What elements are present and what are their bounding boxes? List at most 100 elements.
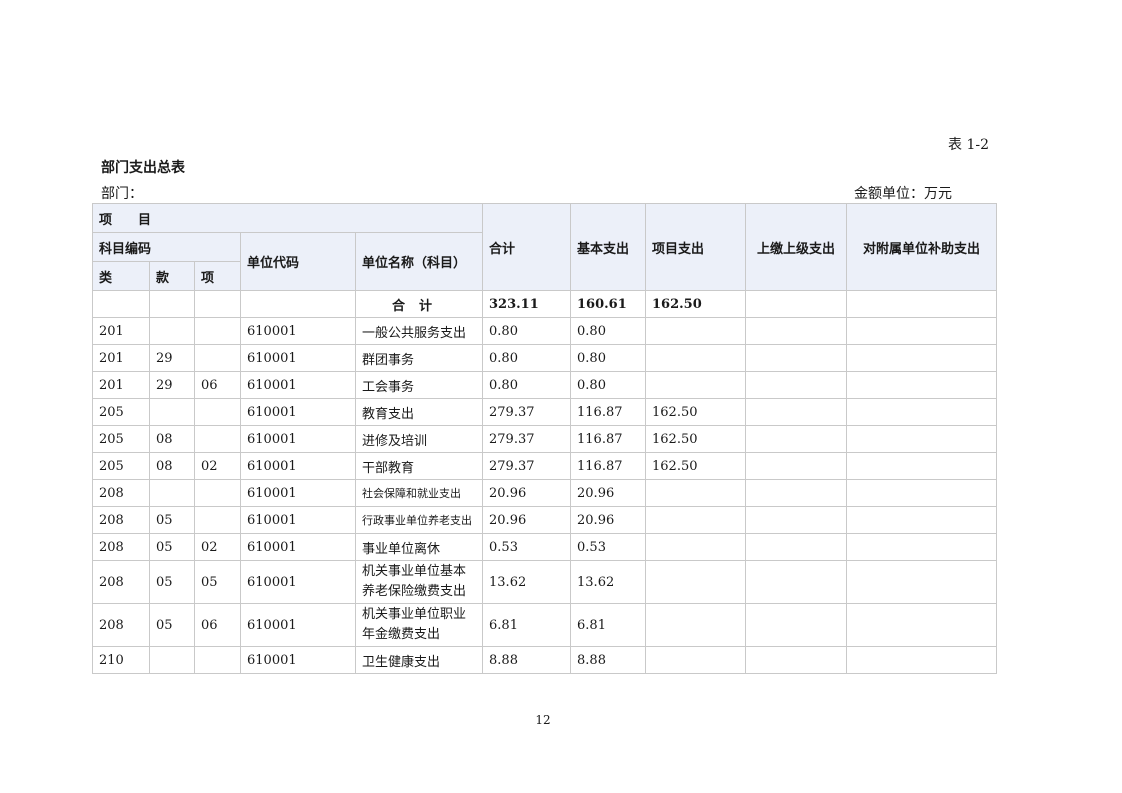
basic-cell: 116.87: [570, 425, 647, 453]
unit-code-cell: 610001: [240, 344, 356, 372]
subsidy-cell: [846, 398, 998, 426]
section-cell: 29: [149, 344, 195, 372]
page-number: 12: [535, 713, 551, 727]
total-cell: 0.80: [482, 371, 572, 399]
basic-cell: 6.81: [570, 603, 647, 647]
section-cell: [149, 317, 195, 345]
class-cell: 208: [92, 560, 150, 604]
section-cell: [149, 646, 195, 674]
basic-cell: 13.62: [570, 560, 647, 604]
unit-name-cell: 干部教育: [354, 452, 484, 480]
subsidy-cell: [846, 425, 998, 453]
total-cell: 20.96: [482, 506, 572, 534]
class-cell: 208: [92, 506, 150, 534]
item-cell: 06: [194, 603, 241, 647]
header-project-expenditure: 项目支出: [645, 203, 747, 291]
table-row: 208 05 610001 行政事业单位养老支出 20.96 20.96: [92, 506, 998, 534]
project-cell: 162.50: [645, 425, 747, 453]
upper-cell: [745, 398, 848, 426]
basic-cell: 20.96: [570, 479, 647, 507]
table-row: 205 610001 教育支出 279.37 116.87 162.50: [92, 398, 998, 426]
basic-cell: 8.88: [570, 646, 647, 674]
project-cell: [645, 506, 747, 534]
section-cell: [149, 398, 195, 426]
header-subject-code: 科目编码: [92, 232, 241, 262]
document-title: 部门支出总表: [101, 160, 185, 176]
total-cell: 0.80: [482, 344, 572, 372]
item-cell: [194, 425, 241, 453]
total-cell: 0.53: [482, 533, 572, 561]
unit-code-cell: 610001: [240, 560, 356, 604]
basic-cell: 0.80: [570, 344, 647, 372]
item-cell: 02: [194, 533, 241, 561]
section-cell: 05: [149, 560, 195, 604]
basic-cell: 0.80: [570, 371, 647, 399]
subsidy-cell: [846, 479, 998, 507]
amount-unit-label: 金额单位：万元: [854, 186, 952, 202]
section-cell: 05: [149, 506, 195, 534]
class-cell: 205: [92, 452, 150, 480]
total-cell: 8.88: [482, 646, 572, 674]
unit-name-cell: 群团事务: [354, 344, 484, 372]
unit-code-cell: 610001: [240, 506, 356, 534]
upper-cell: [745, 452, 848, 480]
section-cell: 08: [149, 425, 195, 453]
subsidy-cell: [846, 317, 998, 345]
header-unit-code: 单位代码: [240, 232, 356, 291]
item-cell: [194, 398, 241, 426]
unit-name-cell: 教育支出: [354, 398, 484, 426]
total-basic: 160.61: [570, 290, 647, 318]
subsidy-cell: [846, 506, 998, 534]
table-row: 208 05 05 610001 机关事业单位基本养老保险缴费支出 13.62 13.62: [92, 560, 998, 604]
unit-name-cell: 事业单位离休: [354, 533, 484, 561]
total-project: 162.50: [645, 290, 747, 318]
table-row: 205 08 610001 进修及培训 279.37 116.87 162.50: [92, 425, 998, 453]
unit-code-cell: 610001: [240, 646, 356, 674]
upper-cell: [745, 506, 848, 534]
section-cell: 05: [149, 533, 195, 561]
upper-cell: [745, 533, 848, 561]
item-cell: 02: [194, 452, 241, 480]
upper-cell: [745, 603, 848, 647]
class-cell: 208: [92, 603, 150, 647]
total-cell: 6.81: [482, 603, 572, 647]
item-cell: [194, 317, 241, 345]
table-row: 201 29 610001 群团事务 0.80 0.80: [92, 344, 998, 372]
class-cell: 205: [92, 398, 150, 426]
upper-cell: [745, 425, 848, 453]
basic-cell: 116.87: [570, 398, 647, 426]
unit-code-cell: 610001: [240, 452, 356, 480]
unit-name-cell: 卫生健康支出: [354, 646, 484, 674]
class-cell: 208: [92, 533, 150, 561]
project-cell: 162.50: [645, 452, 747, 480]
header-total: 合计: [482, 203, 572, 291]
unit-name-cell: 行政事业单位养老支出: [354, 506, 484, 534]
subsidy-cell: [846, 603, 998, 647]
section-cell: 05: [149, 603, 195, 647]
basic-cell: 0.80: [570, 317, 647, 345]
subsidy-cell: [846, 371, 998, 399]
section-cell: 29: [149, 371, 195, 399]
item-cell: [194, 506, 241, 534]
subsidy-cell: [846, 533, 998, 561]
unit-name-cell: 社会保障和就业支出: [354, 479, 484, 507]
basic-cell: 116.87: [570, 452, 647, 480]
table-row: 205 08 02 610001 干部教育 279.37 116.87 162.50: [92, 452, 998, 480]
unit-code-cell: 610001: [240, 425, 356, 453]
basic-cell: 0.53: [570, 533, 647, 561]
project-cell: [645, 533, 747, 561]
section-cell: 08: [149, 452, 195, 480]
upper-cell: [745, 317, 848, 345]
total-label: 合计: [354, 290, 484, 318]
upper-cell: [745, 560, 848, 604]
project-cell: 162.50: [645, 398, 747, 426]
class-cell: 201: [92, 344, 150, 372]
item-cell: [194, 646, 241, 674]
item-cell: [194, 344, 241, 372]
table-row: 208 05 02 610001 事业单位离休 0.53 0.53: [92, 533, 998, 561]
total-cell: 279.37: [482, 398, 572, 426]
table-row: 210 610001 卫生健康支出 8.88 8.88: [92, 646, 998, 674]
project-cell: [645, 560, 747, 604]
item-cell: [194, 479, 241, 507]
subsidy-cell: [846, 344, 998, 372]
